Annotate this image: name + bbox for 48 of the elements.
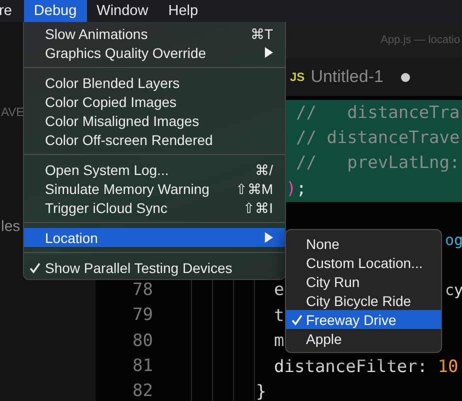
- line-number: 78: [132, 282, 153, 299]
- code-text: distanceFilter:: [274, 356, 429, 377]
- submenu-arrow-icon: [264, 232, 273, 243]
- menu-item[interactable]: Open System Log... ⌘/: [24, 160, 285, 179]
- menu-bar-item[interactable]: re: [0, 0, 24, 22]
- menu-item[interactable]: Trigger iCloud Sync ⇧⌘I: [24, 198, 285, 217]
- code-text: m: [274, 331, 284, 352]
- sidebar-text: les: [1, 218, 20, 235]
- menu-bar-item[interactable]: Help: [158, 0, 208, 22]
- code-text: 10: [438, 356, 458, 377]
- menu-item[interactable]: Color Copied Images: [24, 92, 285, 111]
- menu-item[interactable]: Custom Location...: [286, 253, 441, 272]
- code-text: t: [274, 306, 284, 326]
- menu-item[interactable]: City Run: [286, 272, 441, 291]
- code-text: // distanceTrave: [296, 128, 460, 148]
- menu-item[interactable]: None: [286, 234, 441, 253]
- code-text: // prevLatLng:: [296, 153, 460, 174]
- menu-bar-item[interactable]: Debug: [24, 0, 87, 22]
- tab-label: Untitled-1: [310, 67, 384, 87]
- line-number: 80: [132, 332, 153, 350]
- code-text: e: [274, 280, 284, 300]
- sidebar-text: AVE: [1, 105, 24, 119]
- line-number: 79: [132, 307, 153, 324]
- checkmark-icon: [291, 314, 303, 326]
- code-text: ;: [296, 178, 306, 199]
- menu-bar-item[interactable]: Window: [86, 0, 158, 22]
- menu-item[interactable]: Location: [24, 228, 285, 247]
- menu-item[interactable]: Slow Animations ⌘T: [24, 24, 285, 43]
- menu-item[interactable]: Color Blended Layers: [24, 73, 285, 92]
- checkmark-icon: [29, 262, 41, 274]
- file-type-label: JS: [290, 70, 305, 84]
- menu-item[interactable]: Color Misaligned Images: [24, 111, 285, 130]
- line-number: 81: [132, 358, 153, 376]
- code-text: og: [445, 230, 462, 249]
- window-title: App.js — locatio: [380, 34, 460, 46]
- menu-item[interactable]: City Bicycle Ride: [286, 291, 441, 310]
- menu-item[interactable]: Simulate Memory Warning ⇧⌘M: [24, 179, 285, 198]
- code-text: ): [286, 178, 296, 199]
- code-text: // distanceTra: [296, 102, 460, 123]
- editor-tab[interactable]: JS Untitled-1: [290, 67, 410, 87]
- menu-item[interactable]: Apple: [286, 329, 441, 348]
- menu-item[interactable]: Graphics Quality Override: [24, 43, 285, 62]
- line-number: 82: [132, 383, 153, 400]
- submenu-arrow-icon: [264, 47, 273, 58]
- menu-item[interactable]: Freeway Drive: [286, 310, 441, 329]
- code-text: }: [256, 382, 266, 401]
- menu-item[interactable]: Show Parallel Testing Devices: [24, 258, 285, 277]
- menu-item[interactable]: Color Off-screen Rendered: [24, 130, 285, 149]
